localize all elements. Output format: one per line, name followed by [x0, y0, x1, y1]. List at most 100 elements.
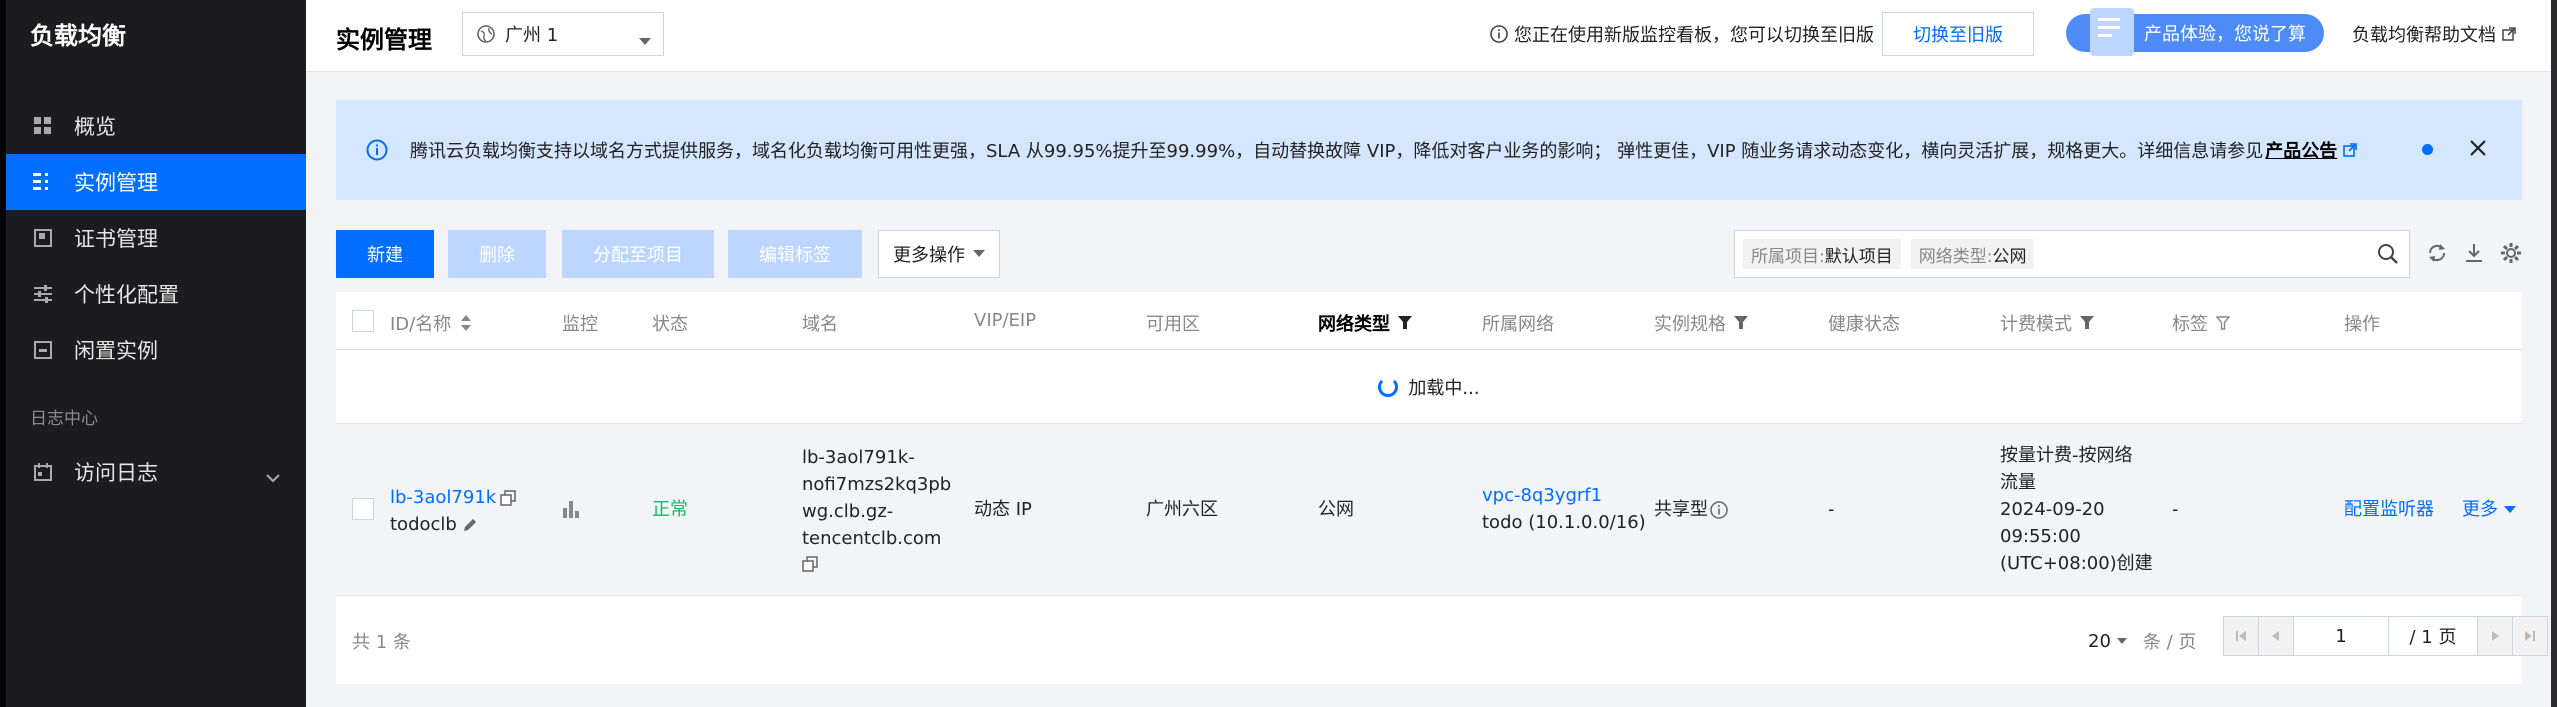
info-circle-icon[interactable]: [1710, 500, 1728, 519]
sidebar-item-label: 个性化配置: [74, 283, 179, 307]
sidebar-item-instances[interactable]: 实例管理: [6, 154, 306, 210]
region-value: 广州 1: [505, 25, 559, 46]
chevron-down-icon[interactable]: [266, 464, 280, 488]
page-size-select[interactable]: 20 条 / 页: [2088, 628, 2196, 654]
assign-project-button[interactable]: 分配至项目: [562, 230, 714, 278]
copy-icon[interactable]: [500, 489, 516, 506]
help-doc-link[interactable]: 负载均衡帮助文档: [2352, 21, 2516, 47]
external-link-icon: [2502, 27, 2516, 41]
search-filter-input[interactable]: 所属项目: 默认项目 网络类型: 公网: [1734, 230, 2410, 278]
info-circle-icon: [366, 139, 388, 161]
main-content: 实例管理 广州 1 您正在使用新版监控看板，您可以切换至旧版 切换至旧版 产品体…: [306, 0, 2557, 707]
column-header-spec[interactable]: 实例规格: [1654, 310, 1748, 336]
more-actions-label: 更多操作: [893, 245, 965, 266]
total-count: 共 1 条: [352, 632, 411, 653]
sidebar-item-access-logs[interactable]: 访问日志: [6, 444, 306, 500]
table-row: lb-3aol791k todoclb 正常 lb-3aol791k- nofi…: [336, 424, 2522, 596]
row-checkbox[interactable]: [352, 498, 374, 520]
gear-icon[interactable]: [2500, 242, 2522, 268]
spinner-icon: [1378, 376, 1399, 397]
top-bar: 实例管理 广州 1 您正在使用新版监控看板，您可以切换至旧版 切换至旧版 产品体…: [306, 0, 2557, 72]
filter-tag-network[interactable]: 网络类型: 公网: [1910, 239, 2035, 269]
delete-button[interactable]: 删除: [448, 230, 546, 278]
column-header-monitor: 监控: [562, 314, 598, 335]
next-page-button[interactable]: [2477, 616, 2513, 656]
row-more-label: 更多: [2462, 499, 2498, 520]
sort-icon[interactable]: [461, 315, 472, 331]
filter-icon[interactable]: [2080, 316, 2094, 330]
external-link-icon[interactable]: [2343, 143, 2358, 157]
cell-zone: 广州六区: [1146, 499, 1218, 520]
domain-line: tencentclb.com: [802, 528, 942, 549]
feedback-label: 产品体验，您说了算: [2144, 24, 2306, 45]
domain-line: lb-3aol791k-: [802, 447, 915, 468]
close-icon[interactable]: [2468, 138, 2488, 158]
filter-key: 网络类型:: [1918, 246, 1993, 267]
cell-vpc: vpc-8q3ygrf1 todo (10.1.0.0/16): [1482, 482, 1646, 536]
vpc-name: todo (10.1.0.0/16): [1482, 512, 1646, 533]
filter-tag-project[interactable]: 所属项目: 默认项目: [1743, 239, 1901, 269]
column-header-network-type[interactable]: 网络类型: [1318, 310, 1412, 336]
cell-network-type: 公网: [1318, 499, 1354, 520]
search-icon[interactable]: [2377, 243, 2399, 269]
cell-domain: lb-3aol791k- nofi7mzs2kq3pb wg.clb.gz- t…: [802, 444, 951, 580]
billing-line: 按量计费-按网络: [2000, 445, 2133, 466]
sidebar-item-label: 闲置实例: [74, 339, 158, 363]
instance-name: todoclb: [390, 514, 457, 535]
page-number-input[interactable]: 1: [2293, 616, 2389, 656]
region-select[interactable]: 广州 1: [462, 12, 664, 56]
copy-icon[interactable]: [802, 556, 818, 572]
configure-listener-link[interactable]: 配置监听器: [2344, 496, 2434, 523]
column-label: 网络类型: [1318, 314, 1390, 335]
select-all-checkbox[interactable]: [352, 310, 374, 332]
sidebar-item-certificates[interactable]: 证书管理: [6, 210, 306, 266]
bar-chart-icon[interactable]: [562, 498, 580, 526]
filter-value: 默认项目: [1824, 246, 1893, 267]
column-header-billing[interactable]: 计费模式: [2000, 310, 2094, 336]
cell-billing: 按量计费-按网络 流量 2024-09-20 09:55:00 (UTC+08:…: [2000, 442, 2153, 577]
app: 负载均衡 概览 实例管理 证书管理 个性化配置 闲置实例 日志中心 访问日志 实…: [0, 0, 2557, 707]
first-page-button[interactable]: [2223, 616, 2259, 656]
feedback-button[interactable]: 产品体验，您说了算: [2066, 8, 2324, 56]
instance-id-link[interactable]: lb-3aol791k: [390, 484, 496, 511]
more-actions-button[interactable]: 更多操作: [878, 230, 1000, 278]
filter-icon[interactable]: [1734, 316, 1748, 330]
new-button[interactable]: 新建: [336, 230, 434, 278]
sidebar-item-overview[interactable]: 概览: [6, 98, 306, 154]
column-header-actions: 操作: [2344, 314, 2380, 335]
sidebar-item-idle[interactable]: 闲置实例: [6, 322, 306, 378]
billing-line: 流量: [2000, 472, 2036, 493]
announcement-link[interactable]: 产品公告: [2265, 137, 2337, 163]
sidebar-item-label: 证书管理: [74, 227, 158, 251]
billing-line: (UTC+08:00)创建: [2000, 553, 2153, 574]
column-header-tags[interactable]: 标签: [2172, 310, 2230, 336]
edit-pencil-icon[interactable]: [463, 518, 477, 532]
column-header-health: 健康状态: [1828, 314, 1900, 335]
switch-old-button[interactable]: 切换至旧版: [1882, 12, 2034, 56]
edit-tags-button[interactable]: 编辑标签: [728, 230, 862, 278]
pagination-dot[interactable]: [2422, 144, 2433, 155]
vpc-link[interactable]: vpc-8q3ygrf1: [1482, 482, 1646, 509]
download-icon[interactable]: [2463, 242, 2485, 268]
caret-down-icon: [2116, 637, 2127, 645]
spec-value: 共享型: [1654, 499, 1708, 520]
sidebar-title: 负载均衡: [30, 22, 126, 50]
column-header-vip: VIP/EIP: [974, 310, 1037, 331]
row-more-dropdown[interactable]: 更多: [2462, 496, 2516, 523]
refresh-icon[interactable]: [2426, 242, 2448, 268]
cell-tags: -: [2172, 499, 2179, 520]
cell-health: -: [1828, 499, 1835, 520]
last-page-button[interactable]: [2512, 616, 2548, 656]
filter-icon[interactable]: [1398, 316, 1412, 330]
pagination: 1 / 1 页: [2223, 616, 2548, 656]
cell-vip: 动态 IP: [974, 499, 1032, 520]
billing-line: 09:55:00: [2000, 526, 2081, 547]
caret-down-icon: [2504, 505, 2516, 514]
filter-outline-icon[interactable]: [2216, 316, 2230, 330]
column-header-id[interactable]: ID/名称: [390, 310, 472, 336]
sidebar-item-personalization[interactable]: 个性化配置: [6, 266, 306, 322]
caret-down-icon: [973, 250, 985, 258]
page-title: 实例管理: [336, 26, 432, 54]
prev-page-button[interactable]: [2258, 616, 2294, 656]
page-size-value: 20: [2088, 630, 2111, 652]
